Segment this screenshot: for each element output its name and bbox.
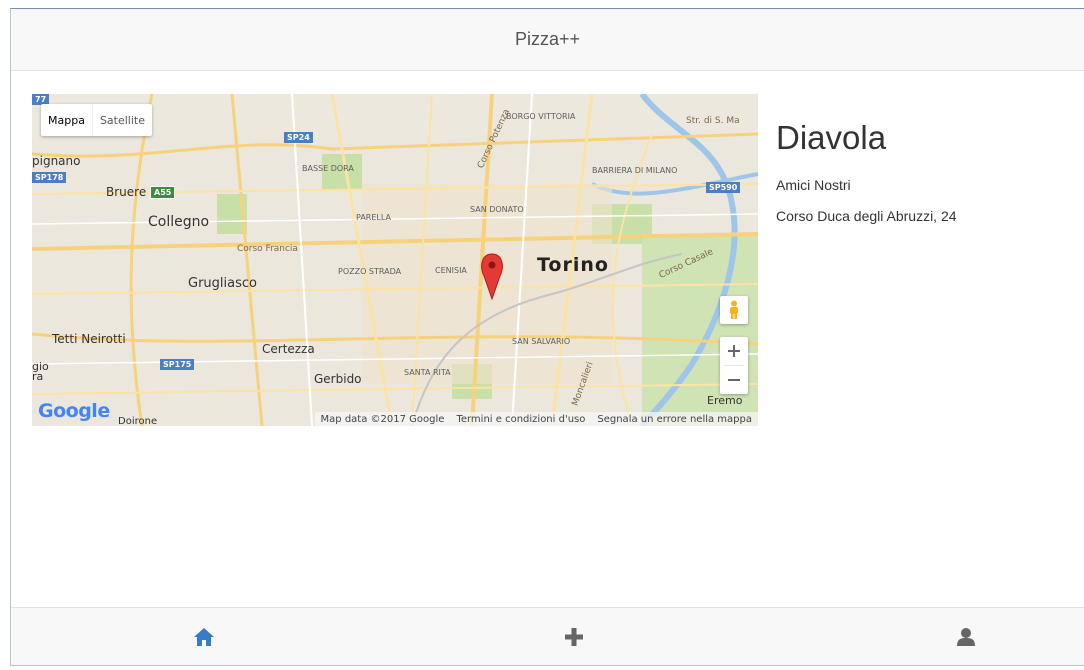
navbar: Pizza++ bbox=[11, 9, 1084, 71]
road-shield: SP24 bbox=[284, 132, 313, 143]
map-attribution: Map data ©2017 Google Termini e condizio… bbox=[314, 412, 758, 426]
report-error-link[interactable]: Segnala un errore nella mappa bbox=[591, 414, 758, 425]
map-label: Torino bbox=[537, 254, 609, 276]
app-window: Pizza++ 77 SP24 SP178 A55 SP175 SP590 BO… bbox=[10, 8, 1084, 666]
terms-link[interactable]: Termini e condizioni d'uso bbox=[450, 414, 591, 425]
map-label: Grugliasco bbox=[188, 276, 257, 291]
road-shield: SP178 bbox=[32, 172, 67, 183]
map-label: Certezza bbox=[262, 342, 315, 356]
map-label: CENISIA bbox=[435, 266, 467, 275]
map-label: Bruere bbox=[106, 185, 147, 199]
map-type-control: Mappa Satellite bbox=[41, 104, 152, 136]
map-label: Doirone bbox=[118, 416, 158, 426]
minus-icon bbox=[728, 379, 740, 381]
map-label: Str. di S. Ma bbox=[686, 116, 740, 126]
map-type-map-button[interactable]: Mappa bbox=[41, 104, 92, 136]
map-label: SANTA RITA bbox=[404, 368, 451, 377]
map-label: SAN SALVARIO bbox=[512, 337, 571, 346]
zoom-in-button[interactable] bbox=[720, 337, 748, 365]
tab-home[interactable] bbox=[144, 608, 264, 665]
map-view[interactable]: 77 SP24 SP178 A55 SP175 SP590 BORGO VITT… bbox=[32, 94, 758, 426]
map-label: Eremo bbox=[707, 394, 743, 407]
map-label: PARELLA bbox=[356, 213, 391, 222]
zoom-out-button[interactable] bbox=[720, 366, 748, 394]
user-icon bbox=[957, 628, 975, 646]
street-view-pegman[interactable] bbox=[720, 296, 748, 324]
road-shield: SP175 bbox=[160, 359, 195, 370]
map-data-credit: Map data ©2017 Google bbox=[320, 413, 445, 425]
google-logo-text: Google bbox=[38, 400, 110, 422]
restaurant-address: Corso Duca degli Abruzzi, 24 bbox=[776, 208, 957, 224]
map-label: Gerbido bbox=[314, 372, 362, 386]
map-label: POZZO STRADA bbox=[338, 267, 402, 276]
zoom-control bbox=[720, 337, 748, 394]
map-label: Corso Francia bbox=[237, 244, 298, 254]
map-roads bbox=[32, 94, 758, 426]
map-label: BASSE DORA bbox=[302, 164, 354, 173]
map-label: Collegno bbox=[148, 214, 210, 230]
pegman-icon bbox=[730, 300, 738, 319]
tab-add[interactable] bbox=[514, 608, 634, 665]
tab-profile[interactable] bbox=[906, 608, 1026, 665]
plus-icon bbox=[565, 628, 583, 646]
pizza-detail: Diavola Amici Nostri Corso Duca degli Ab… bbox=[776, 119, 1076, 239]
plus-icon bbox=[728, 345, 740, 357]
road-shield: SP590 bbox=[706, 182, 741, 193]
map-label: BARRIERA DI MILANO bbox=[592, 166, 678, 175]
bottom-tab-bar bbox=[11, 607, 1084, 665]
map-label: SAN DONATO bbox=[470, 205, 524, 214]
google-logo[interactable]: Google bbox=[38, 400, 110, 422]
map-label: gio ra bbox=[32, 360, 49, 383]
road-shield: A55 bbox=[150, 186, 176, 199]
map-label: BORGO VITTORIA bbox=[506, 112, 576, 121]
app-title: Pizza++ bbox=[514, 29, 581, 49]
restaurant-name: Amici Nostri bbox=[776, 177, 851, 193]
map-label: Tetti Neirotti bbox=[52, 332, 126, 346]
map-type-satellite-button[interactable]: Satellite bbox=[91, 104, 152, 136]
map-label: pignano bbox=[32, 154, 81, 168]
home-icon bbox=[194, 628, 214, 646]
pizza-name: Diavola bbox=[776, 119, 887, 156]
